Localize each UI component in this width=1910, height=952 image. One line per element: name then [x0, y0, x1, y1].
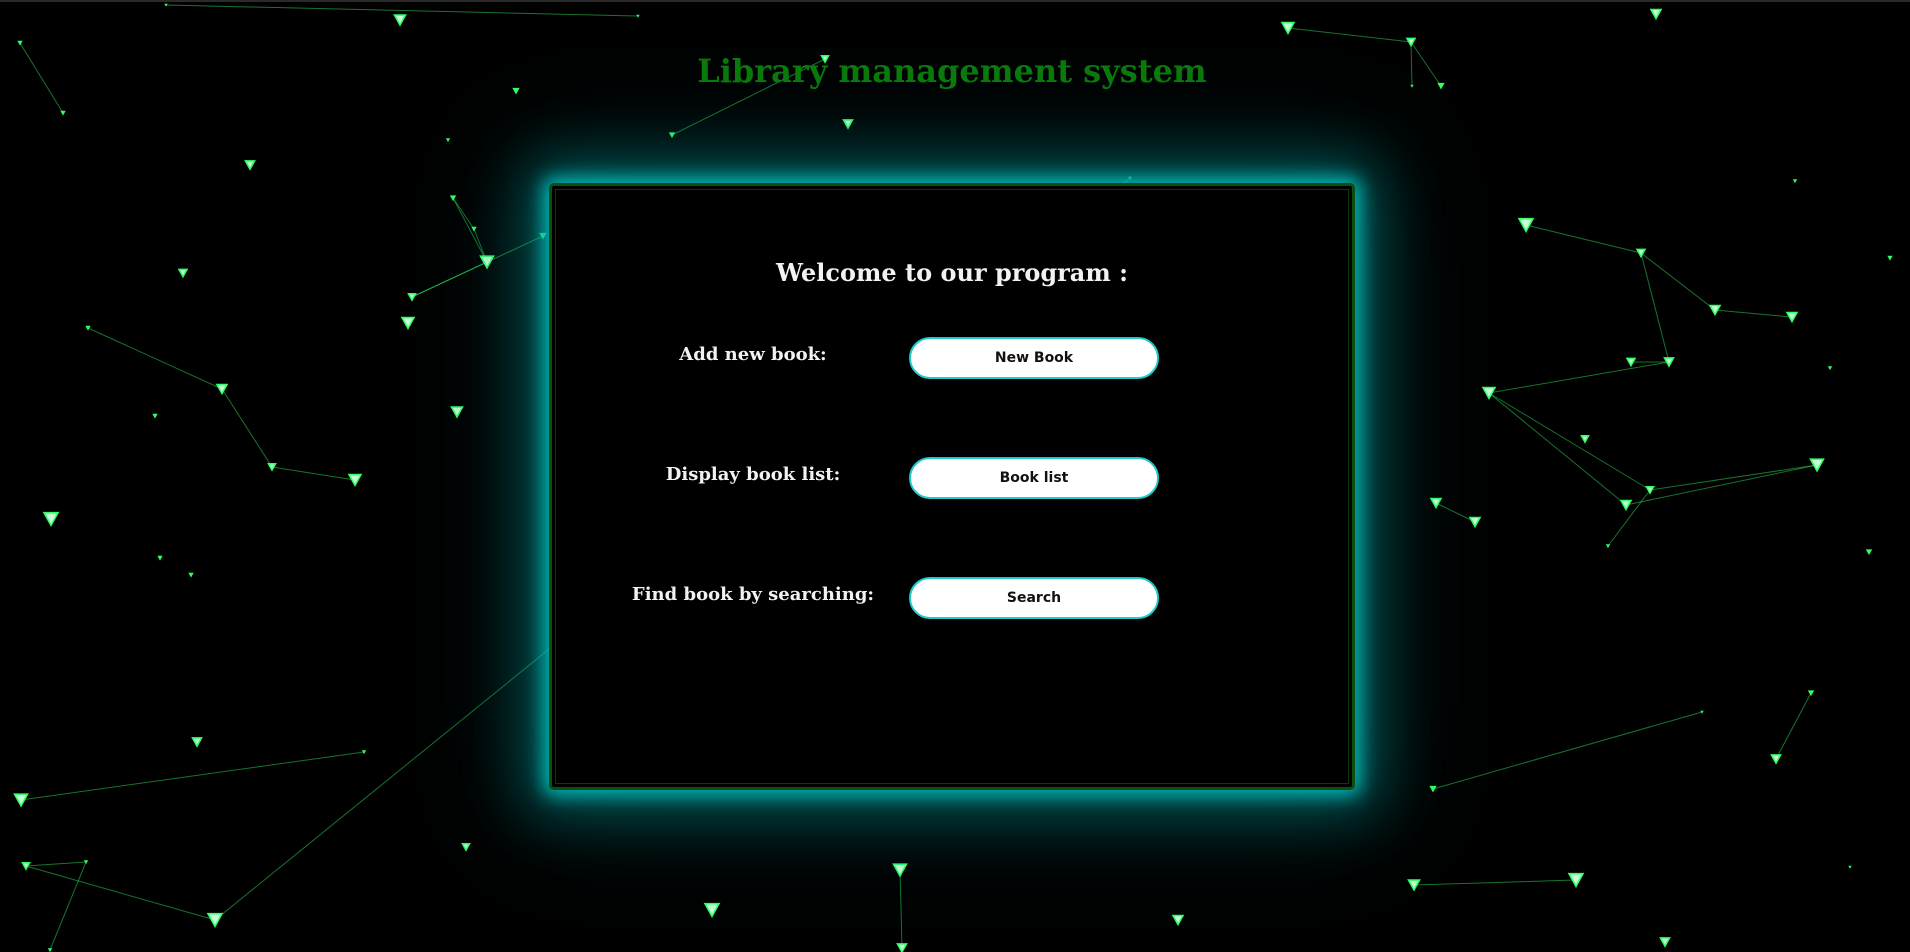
particle-triangle-icon	[479, 255, 495, 270]
particle-link	[1714, 309, 1793, 318]
particle-link	[49, 861, 87, 951]
particle-triangle-icon	[188, 572, 194, 578]
particle-triangle-icon	[21, 862, 31, 871]
new-book-button[interactable]: New Book	[909, 337, 1159, 379]
particle-triangle-icon	[152, 413, 158, 419]
particle-triangle-icon	[267, 463, 277, 472]
particle-link	[899, 869, 903, 949]
particle-triangle-icon	[164, 3, 168, 7]
particle-triangle-icon	[1517, 217, 1535, 233]
particle-link	[1287, 27, 1412, 43]
display-list-label: Display book list:	[665, 464, 841, 485]
particle-link	[452, 197, 475, 230]
particle-link	[87, 327, 223, 390]
particle-link	[1488, 392, 1627, 506]
particle-triangle-icon	[191, 737, 203, 748]
particle-triangle-icon	[157, 555, 163, 561]
particle-triangle-icon	[896, 943, 908, 952]
particle-triangle-icon	[1770, 754, 1782, 765]
particle-triangle-icon	[1619, 499, 1633, 512]
particle-link	[1488, 392, 1651, 491]
particle-triangle-icon	[892, 863, 908, 878]
particle-triangle-icon	[60, 110, 66, 116]
particle-link	[1640, 252, 1716, 311]
particle-link	[25, 865, 216, 921]
particle-triangle-icon	[13, 793, 29, 808]
particle-triangle-icon	[407, 293, 417, 302]
main-panel: Welcome to our program : Add new book: N…	[549, 183, 1355, 790]
particle-triangle-icon	[449, 195, 457, 202]
particle-triangle-icon	[47, 948, 53, 952]
particle-triangle-icon	[703, 902, 721, 918]
particle-triangle-icon	[244, 160, 256, 171]
particle-triangle-icon	[361, 750, 367, 755]
particle-triangle-icon	[177, 268, 189, 279]
particle-triangle-icon	[1809, 458, 1825, 473]
particle-link	[20, 751, 365, 801]
particle-triangle-icon	[1171, 914, 1185, 927]
particle-triangle-icon	[215, 383, 229, 396]
particle-triangle-icon	[1659, 937, 1671, 948]
particle-triangle-icon	[1663, 357, 1675, 368]
particle-link	[1413, 879, 1577, 886]
particle-link	[271, 466, 356, 481]
particle-triangle-icon	[1468, 516, 1482, 529]
particle-triangle-icon	[450, 406, 464, 419]
particle-triangle-icon	[83, 860, 89, 865]
particle-link	[1640, 252, 1670, 363]
particle-link	[1649, 464, 1818, 491]
particle-triangle-icon	[1645, 486, 1655, 495]
particle-link	[1775, 692, 1812, 760]
particle-triangle-icon	[842, 119, 854, 130]
particle-link	[452, 197, 488, 263]
particle-triangle-icon	[1865, 549, 1873, 556]
welcome-heading: Welcome to our program :	[776, 258, 1128, 287]
particle-triangle-icon	[668, 132, 676, 139]
particle-triangle-icon	[1405, 37, 1417, 48]
particle-link	[1488, 361, 1670, 394]
particle-triangle-icon	[636, 14, 640, 18]
particle-triangle-icon	[393, 14, 407, 27]
top-border	[0, 0, 1910, 2]
particle-link	[1607, 489, 1651, 547]
particle-triangle-icon	[471, 226, 477, 232]
particle-triangle-icon	[1887, 255, 1893, 261]
particle-triangle-icon	[445, 138, 451, 143]
page-title: Library management system	[697, 52, 1207, 90]
particle-triangle-icon	[1827, 366, 1833, 371]
particle-link	[1625, 464, 1818, 506]
book-list-button[interactable]: Book list	[909, 457, 1159, 499]
particle-triangle-icon	[400, 316, 416, 331]
particle-triangle-icon	[1429, 497, 1443, 510]
particle-triangle-icon	[1580, 435, 1590, 444]
particle-triangle-icon	[42, 511, 60, 527]
particle-triangle-icon	[1792, 179, 1798, 184]
particle-link	[1525, 224, 1642, 254]
add-book-label: Add new book:	[679, 344, 827, 365]
particle-triangle-icon	[1649, 8, 1663, 21]
particle-triangle-icon	[85, 325, 91, 331]
particle-triangle-icon	[1605, 544, 1611, 549]
search-button[interactable]: Search	[909, 577, 1159, 619]
particle-triangle-icon	[1848, 865, 1852, 869]
particle-link	[1432, 711, 1703, 790]
particle-link	[221, 388, 273, 468]
particle-triangle-icon	[1807, 690, 1815, 697]
particle-triangle-icon	[461, 843, 471, 852]
particle-triangle-icon	[539, 232, 547, 240]
particle-link	[1435, 502, 1476, 523]
particle-triangle-icon	[1625, 357, 1637, 368]
particle-link	[25, 861, 87, 867]
particle-triangle-icon	[347, 473, 363, 488]
particle-triangle-icon	[206, 912, 224, 928]
particle-triangle-icon	[17, 40, 23, 46]
particle-triangle-icon	[1429, 785, 1437, 793]
search-label: Find book by searching:	[631, 584, 875, 605]
